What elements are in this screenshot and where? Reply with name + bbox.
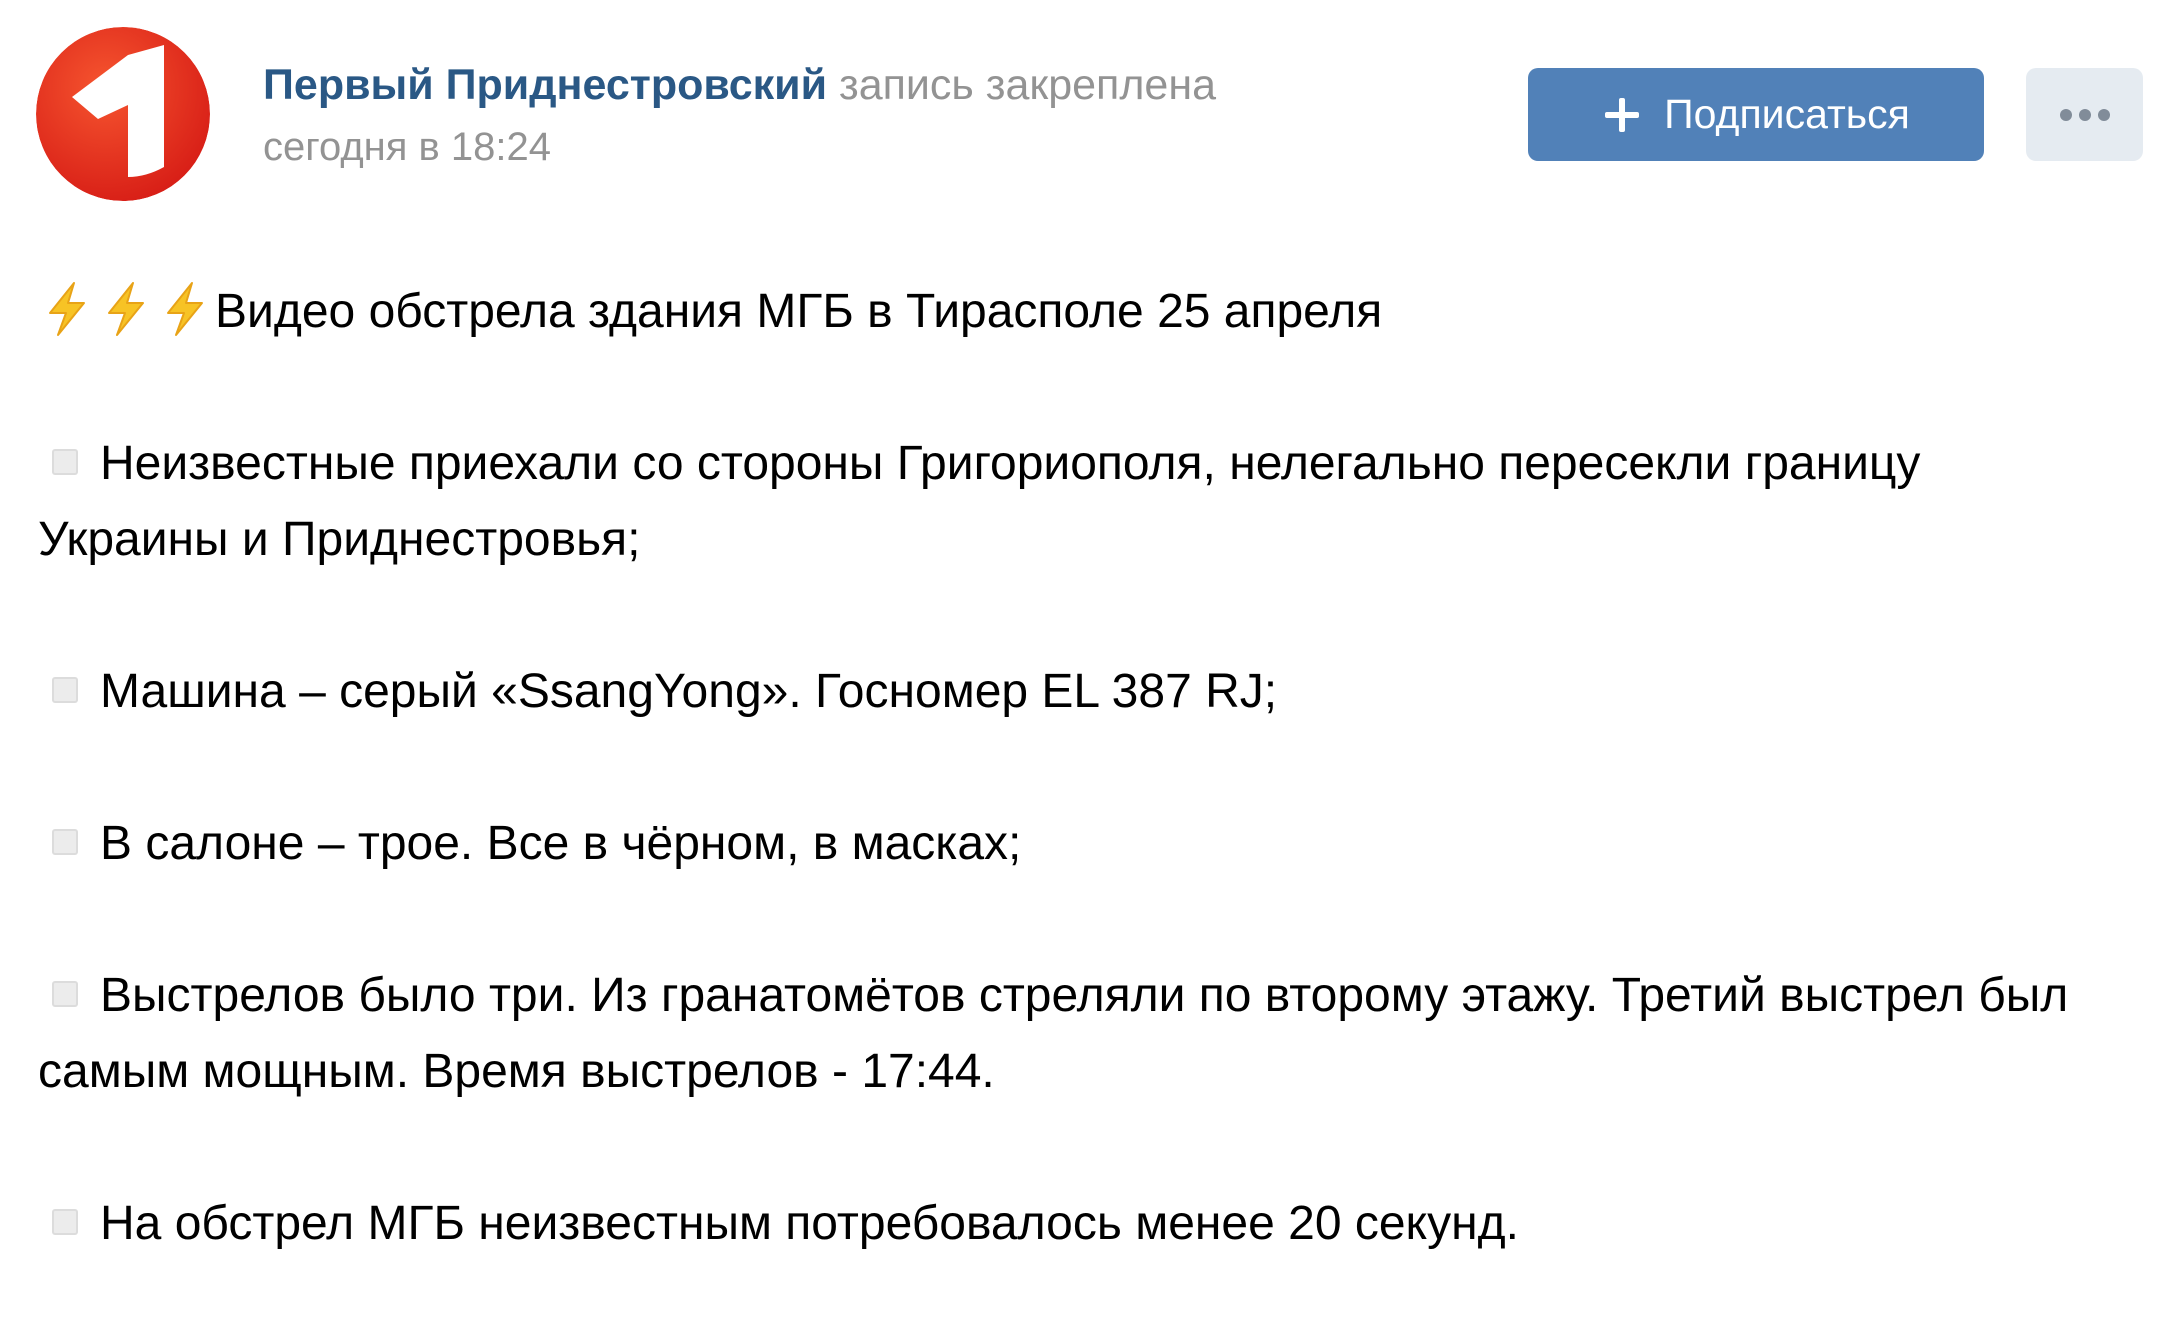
square-bullet-icon [52,677,78,703]
paragraph-text: Машина – серый «SsangYong». Госномер EL … [100,665,1278,718]
channel-logo-icon [36,27,210,201]
post-paragraph: В салоне – трое. Все в чёрном, в масках; [38,806,2078,882]
channel-avatar[interactable] [36,27,210,201]
paragraph-text: Неизвестные приехали со стороны Григорио… [38,437,1921,566]
wall-post: Первый Приднестровский запись закреплена… [0,0,2176,1325]
post-author-line: Первый Приднестровский запись закреплена [263,58,1216,112]
post-date-link[interactable]: сегодня в 18:24 [263,122,551,172]
post-paragraph: Машина – серый «SsangYong». Госномер EL … [38,654,2078,730]
ellipsis-icon [2059,108,2110,121]
square-bullet-icon [52,981,78,1007]
plus-icon [1602,95,1642,135]
post-paragraph: Неизвестные приехали со стороны Григорио… [38,426,2078,578]
square-bullet-icon [52,1209,78,1235]
post-headline: Видео обстрела здания МГБ в Тирасполе 25… [38,274,2078,350]
paragraph-text: В салоне – трое. Все в чёрном, в масках; [100,817,1022,870]
paragraph-text: Выстрелов было три. Из гранатомётов стре… [38,969,2069,1098]
paragraph-text: На обстрел МГБ неизвестным потребовалось… [100,1197,1519,1250]
square-bullet-icon [52,449,78,475]
lightning-icon [38,281,97,337]
lightning-icon [97,281,156,337]
lightning-icon [156,281,215,337]
author-name-link[interactable]: Первый Приднестровский [263,61,827,109]
post-paragraph: Выстрелов было три. Из гранатомётов стре… [38,958,2078,1110]
square-bullet-icon [52,829,78,855]
subscribe-button[interactable]: Подписаться [1528,68,1984,161]
headline-text: Видео обстрела здания МГБ в Тирасполе 25… [215,285,1383,338]
post-paragraph: На обстрел МГБ неизвестным потребовалось… [38,1186,2078,1262]
pinned-label: запись закреплена [838,61,1216,109]
more-actions-button[interactable] [2026,68,2143,161]
post-text: Видео обстрела здания МГБ в Тирасполе 25… [38,274,2078,1262]
subscribe-button-label: Подписаться [1664,91,1910,137]
